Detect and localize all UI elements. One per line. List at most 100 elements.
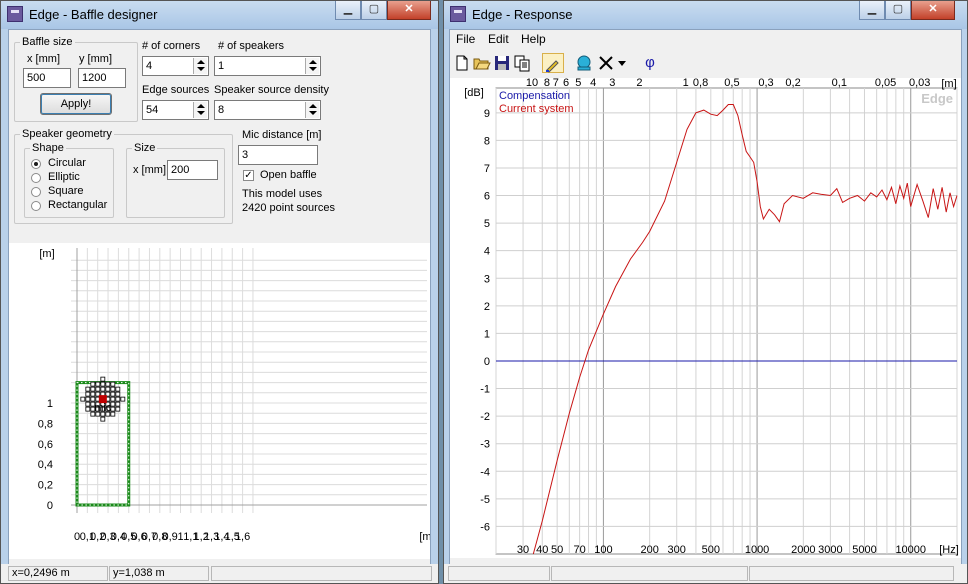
open-baffle-checkbox[interactable]: ✓ xyxy=(243,170,254,181)
top-tick-label: 8 xyxy=(544,78,550,89)
y-tick-label: -5 xyxy=(480,494,490,506)
speaker-point-source xyxy=(110,381,116,387)
speaker-point-source xyxy=(110,401,116,407)
edge-sources-label: Edge sources xyxy=(142,84,210,96)
menu-help[interactable]: Help xyxy=(521,32,546,46)
phase-icon[interactable]: φ xyxy=(640,53,660,73)
app-icon[interactable] xyxy=(450,6,466,22)
y-tick-label: -2 xyxy=(480,411,490,423)
speaker-point-source xyxy=(100,376,106,382)
speakers-spinner[interactable]: 1 xyxy=(214,56,321,76)
corners-spinner[interactable]: 4 xyxy=(142,56,209,76)
copy-icon[interactable] xyxy=(512,53,532,73)
size-input[interactable]: 200 xyxy=(167,160,218,180)
shape-radio-square[interactable] xyxy=(31,187,41,197)
baffle-y-input[interactable]: 1200 xyxy=(78,68,126,88)
y-tick-label: -4 xyxy=(480,466,490,478)
y-tick-label: -1 xyxy=(480,384,490,396)
edge-watermark: Edge xyxy=(921,91,953,106)
delete-icon[interactable] xyxy=(596,53,616,73)
baffle-x-input[interactable]: 500 xyxy=(23,68,71,88)
maximize-button[interactable]: ▢ xyxy=(885,1,911,20)
y-unit-label: [dB] xyxy=(464,87,484,99)
spin-down-icon[interactable] xyxy=(197,67,205,71)
y-tick-label: 7 xyxy=(484,163,490,175)
y-tick-label: 0 xyxy=(484,356,490,368)
size-legend: Size xyxy=(134,142,156,154)
top-tick-label: 0,03 xyxy=(909,78,930,89)
speaker-point-source xyxy=(90,386,96,392)
minimize-button[interactable]: ▁ xyxy=(859,1,885,20)
spin-up-icon[interactable] xyxy=(309,60,317,64)
size-label: x [mm] xyxy=(133,164,166,176)
density-spinner[interactable]: 8 xyxy=(214,100,321,120)
x-tick-label: 30 xyxy=(517,544,529,556)
speaker-point-source xyxy=(90,396,96,402)
save-icon[interactable] xyxy=(492,53,512,73)
speakers-label: # of speakers xyxy=(218,40,285,52)
app-icon[interactable] xyxy=(7,6,23,22)
x-tick-label: 70 xyxy=(573,544,585,556)
spin-down-icon[interactable] xyxy=(197,111,205,115)
minimize-button[interactable]: ▁ xyxy=(335,1,361,20)
baffle-x-label: x [mm] xyxy=(27,53,60,65)
top-tick-label: 0,1 xyxy=(832,78,847,89)
y-tick-label: -3 xyxy=(480,439,490,451)
speaker-icon[interactable] xyxy=(574,53,594,73)
response-chart-svg[interactable]: 9876543210-1-2-3-4-5-6[dB]30 40 50 70 100 200… xyxy=(450,77,962,558)
y-tick-label: 0,8 xyxy=(38,418,53,430)
plot-frame xyxy=(495,87,958,555)
shape-label-circular[interactable]: Circular xyxy=(48,157,86,169)
y-tick-label: 3 xyxy=(484,273,490,285)
density-value: 8 xyxy=(218,104,225,116)
new-icon[interactable] xyxy=(452,53,472,73)
corners-value: 4 xyxy=(146,60,153,72)
spin-up-icon[interactable] xyxy=(197,60,205,64)
x-tick-label: 200 xyxy=(640,544,658,556)
spin-up-icon[interactable] xyxy=(197,104,205,108)
response-chart[interactable]: 9 8 7 6 5 4 3 2 1 0 -1 -2 -3 -4 -5 -6 [dB] 30 40 50 70 100 200… xyxy=(450,77,962,558)
speaker-point-source xyxy=(100,416,106,422)
speaker-point-source xyxy=(85,391,91,397)
mic-distance-input[interactable]: 3 xyxy=(238,145,318,165)
response-titlebar[interactable]: Edge - Response ▁ ▢ ✕ xyxy=(444,1,967,29)
baffle-plot-svg[interactable]: 0 0,10,20,30,40,50,60,70,80,9 1 1,11,21,31,… xyxy=(9,243,431,559)
open-baffle-label[interactable]: Open baffle xyxy=(260,169,317,181)
dropdown-icon[interactable] xyxy=(616,53,628,73)
speaker-point-source xyxy=(110,386,116,392)
designer-title: Edge - Baffle designer xyxy=(29,7,158,22)
shape-label-square[interactable]: Square xyxy=(48,185,83,197)
open-icon[interactable] xyxy=(472,53,492,73)
spin-down-icon[interactable] xyxy=(309,111,317,115)
shape-legend: Shape xyxy=(32,142,64,154)
speaker-point-source xyxy=(110,391,116,397)
top-unit-label: [m] xyxy=(941,78,956,90)
menu-file[interactable]: File xyxy=(456,32,475,46)
shape-label-elliptic[interactable]: Elliptic xyxy=(48,171,80,183)
spin-up-icon[interactable] xyxy=(309,104,317,108)
speaker-point-source xyxy=(120,396,126,402)
x-tick-label: 2000 xyxy=(791,544,815,556)
speaker-point-source xyxy=(110,406,116,412)
top-tick-label: 0,05 xyxy=(875,78,896,89)
edge-sources-spinner[interactable]: 54 xyxy=(142,100,209,120)
spin-down-icon[interactable] xyxy=(309,67,317,71)
designer-titlebar[interactable]: Edge - Baffle designer ▁ ▢ ✕ xyxy=(1,1,438,29)
shape-radio-rectangular[interactable] xyxy=(31,201,41,211)
shape-radio-circular[interactable] xyxy=(31,159,41,169)
y-tick-label: 0,2 xyxy=(38,480,53,492)
maximize-button[interactable]: ▢ xyxy=(361,1,387,20)
baffle-plot[interactable]: 0 0,1 0,2 0,3 0,4 0,5 0,6 0,7 0,8 0,9 1 1,1 1,2 1,3 1,… xyxy=(9,243,431,559)
density-label: Speaker source density xyxy=(214,84,329,96)
apply-button[interactable]: Apply! xyxy=(40,93,112,115)
shape-label-rectangular[interactable]: Rectangular xyxy=(48,199,107,211)
speaker-point-source xyxy=(115,386,121,392)
shape-radio-elliptic[interactable] xyxy=(31,173,41,183)
x-tick-label: 300 xyxy=(668,544,686,556)
close-button[interactable]: ✕ xyxy=(387,1,431,20)
x-tick-label: 100 xyxy=(594,544,612,556)
speaker-point-source xyxy=(85,386,91,392)
pen-icon[interactable] xyxy=(542,53,564,73)
close-button[interactable]: ✕ xyxy=(911,1,955,20)
menu-edit[interactable]: Edit xyxy=(488,32,509,46)
